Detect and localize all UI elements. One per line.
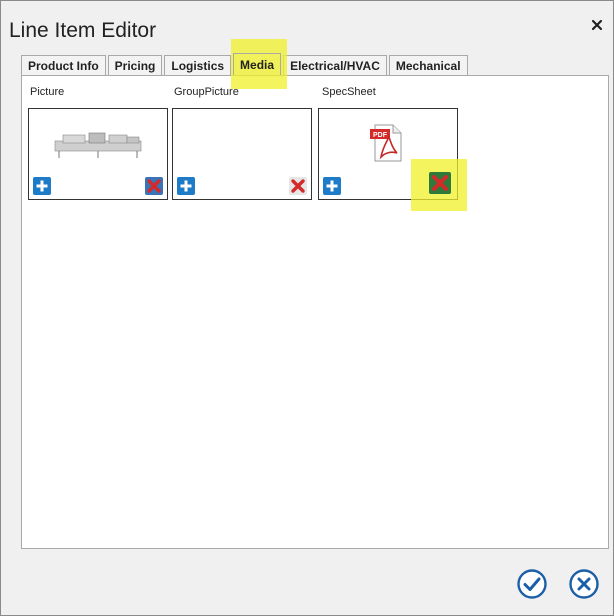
- tab-mechanical[interactable]: Mechanical: [388, 55, 468, 75]
- delete-picture-button[interactable]: [145, 177, 163, 195]
- media-panel: Picture GroupPicture SpecSheet PDF: [21, 75, 609, 549]
- add-spec-sheet-button[interactable]: [323, 177, 341, 195]
- add-group-picture-button[interactable]: [177, 177, 195, 195]
- add-picture-button[interactable]: [33, 177, 51, 195]
- spec-sheet-label: SpecSheet: [322, 86, 376, 98]
- tab-logistics[interactable]: Logistics: [164, 55, 232, 75]
- picture-label: Picture: [30, 86, 65, 98]
- tab-pricing[interactable]: Pricing: [107, 55, 163, 75]
- group-picture-label: GroupPicture: [174, 86, 239, 98]
- pdf-file-icon: PDF: [370, 124, 402, 162]
- close-icon[interactable]: [589, 17, 605, 33]
- tab-strip: Product Info Pricing Logistics Media Ele…: [21, 53, 470, 75]
- tab-electrical-hvac[interactable]: Electrical/HVAC: [283, 55, 387, 75]
- delete-spec-sheet-button[interactable]: [429, 172, 451, 194]
- line-item-editor-dialog: Line Item Editor Product Info Pricing Lo…: [0, 0, 614, 616]
- picture-slot[interactable]: [28, 108, 168, 200]
- pdf-badge-text: PDF: [373, 132, 388, 139]
- tab-media[interactable]: Media: [233, 53, 282, 75]
- equipment-image: [54, 132, 142, 158]
- delete-group-picture-button[interactable]: [289, 177, 307, 195]
- tab-product-info[interactable]: Product Info: [21, 55, 106, 75]
- cancel-button[interactable]: [569, 569, 599, 599]
- ok-checkmark-button[interactable]: [517, 569, 547, 599]
- group-picture-slot[interactable]: [172, 108, 312, 200]
- dialog-title: Line Item Editor: [9, 19, 157, 42]
